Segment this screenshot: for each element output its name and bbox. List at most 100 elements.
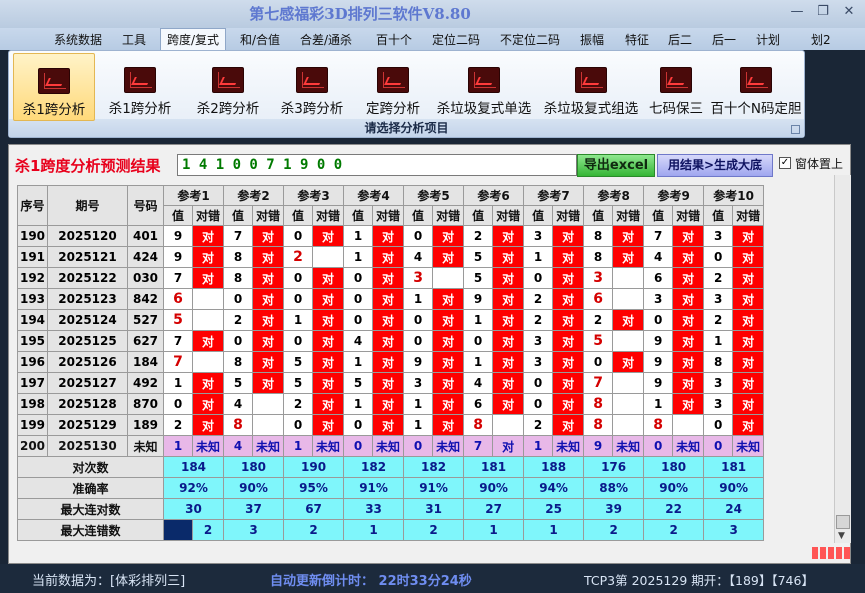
ref-result-cell: 对 xyxy=(672,309,705,331)
dialog-launcher-icon[interactable] xyxy=(791,125,800,134)
ref-result-cell: 未知 xyxy=(552,435,585,457)
table-row[interactable]: 194 2025124 527 5 2 对 1 对 0 对 0 对 1 对 2 对 2 对 0 对 2 对 xyxy=(17,309,765,331)
stat-value: 1 xyxy=(343,519,405,541)
ref-value-cell: 2 xyxy=(283,393,314,415)
prediction-result-field[interactable]: 1 4 1 0 0 7 1 9 0 0 xyxy=(177,154,577,176)
ribbon-button[interactable]: 定跨分析 xyxy=(357,53,429,121)
table-row[interactable]: 199 2025129 189 2 对 8 0 对 0 对 1 对 8 2 对 8 8 0 对 xyxy=(17,414,765,436)
ref-result-cell: 对 xyxy=(191,372,225,394)
vertical-scrollbar[interactable]: ▼ xyxy=(834,175,851,543)
stat-value: 190 xyxy=(283,456,345,478)
ribbon-button[interactable]: 杀垃圾复式组选 xyxy=(539,53,643,121)
menu-item[interactable]: 百十个 xyxy=(376,31,412,48)
ref-result-cell: 对 xyxy=(552,288,585,310)
menu-item[interactable]: 系统数据 xyxy=(54,31,102,48)
stat-value: 88% xyxy=(583,477,645,499)
ref-value-cell: 7 xyxy=(163,330,193,352)
ref-result-cell: 对 xyxy=(372,246,405,268)
ref-value-cell: 1 xyxy=(343,393,374,415)
ref-value-cell: 0 xyxy=(223,330,254,352)
ref-result-cell xyxy=(191,309,225,331)
ref-result-cell: 对 xyxy=(552,351,585,373)
ribbon-button-label: 百十个N码定胆 xyxy=(710,101,802,117)
ref-result-cell: 未知 xyxy=(191,435,225,457)
menu-item[interactable]: 定位二码 xyxy=(432,31,480,48)
ref-value-cell: 2 xyxy=(163,414,193,436)
row-seq: 191 xyxy=(17,246,48,268)
ref-result-cell xyxy=(612,330,645,352)
row-seq: 190 xyxy=(17,225,48,247)
ref-result-cell: 未知 xyxy=(432,435,465,457)
menu-item[interactable]: 合差/通杀 xyxy=(300,31,352,48)
ref-result-cell: 对 xyxy=(732,309,765,331)
minimize-icon[interactable]: — xyxy=(786,3,808,21)
ribbon-button[interactable]: 杀1跨分析 xyxy=(13,53,95,121)
menu-item[interactable]: 划2 xyxy=(811,31,831,48)
menu-item[interactable]: 特征 xyxy=(625,31,649,48)
ref-result-cell: 对 xyxy=(191,393,225,415)
ref-value-cell: 1 xyxy=(403,414,434,436)
ribbon-button[interactable]: 杀1跨分析 xyxy=(99,53,181,121)
ref-result-cell xyxy=(191,351,225,373)
value-subheader: 值 xyxy=(463,205,494,226)
table-row[interactable]: 196 2025126 184 7 8 对 5 对 1 对 9 对 1 对 3 对 0 对 9 对 8 对 xyxy=(17,351,765,373)
export-excel-button[interactable]: 导出excel xyxy=(577,154,655,177)
ribbon-button[interactable]: 杀2跨分析 xyxy=(187,53,269,121)
ref-result-cell xyxy=(612,288,645,310)
stat-value: 180 xyxy=(223,456,285,478)
table-row[interactable]: 197 2025127 492 1 对 5 对 5 对 5 对 3 对 4 对 0 对 7 9 对 3 对 xyxy=(17,372,765,394)
ref-result-cell: 对 xyxy=(432,393,465,415)
row-seq: 192 xyxy=(17,267,48,289)
menu-item[interactable]: 不定位二码 xyxy=(500,31,560,48)
ribbon-button[interactable]: 百十个N码定胆 xyxy=(709,53,803,121)
ribbon-button[interactable]: 杀3跨分析 xyxy=(271,53,353,121)
stat-row: 最大连对数 30 37 67 33 31 27 25 39 22 24 xyxy=(17,498,765,520)
prediction-row[interactable]: 200 2025130 未知 1 未知 4 未知 1 未知 0 未知 0 未知 7 对 1 未知 9 未知 0 未知 0 未… xyxy=(17,435,765,457)
ref-result-cell: 对 xyxy=(732,267,765,289)
stat-value: 2 xyxy=(283,519,345,541)
ref-value-cell: 9 xyxy=(463,288,494,310)
scroll-down-icon[interactable]: ▼ xyxy=(838,531,845,541)
menu-item[interactable]: 计划 xyxy=(756,31,780,48)
ref-value-cell: 8 xyxy=(583,414,614,436)
ref-value-cell: 3 xyxy=(403,372,434,394)
ref-result-cell: 对 xyxy=(552,330,585,352)
topmost-checkbox[interactable]: ✓ xyxy=(779,157,791,169)
table-row[interactable]: 191 2025121 424 9 对 8 对 2 1 对 4 对 5 对 1 对 8 对 4 对 0 对 xyxy=(17,246,765,268)
menu-item[interactable]: 振幅 xyxy=(580,31,604,48)
generate-base-button[interactable]: 用结果>生成大底 xyxy=(657,154,773,177)
ref-result-cell: 对 xyxy=(432,351,465,373)
ribbon-button[interactable]: 七码保三 xyxy=(643,53,709,121)
table-row[interactable]: 195 2025125 627 7 对 0 对 0 对 4 对 0 对 0 对 3 对 5 9 对 1 对 xyxy=(17,330,765,352)
table-row[interactable]: 190 2025120 401 9 对 7 对 0 对 1 对 0 对 2 对 3 对 8 对 7 对 3 对 xyxy=(17,225,765,247)
ref-result-cell: 对 xyxy=(552,267,585,289)
menu-item[interactable]: 后二 xyxy=(668,31,692,48)
topmost-label: 窗体置上 xyxy=(795,157,844,171)
scrollbar-thumb[interactable] xyxy=(836,515,850,529)
ref-value-cell: 4 xyxy=(223,393,254,415)
ref-value-cell: 4 xyxy=(343,330,374,352)
ref-value-cell: 6 xyxy=(463,393,494,415)
maximize-icon[interactable]: ❐ xyxy=(812,3,834,21)
ref-result-cell: 对 xyxy=(552,225,585,247)
menu-item[interactable]: 跨度/复式 xyxy=(160,28,227,50)
ref-group-header: 参考6 xyxy=(463,185,525,206)
menu-item[interactable]: 和/合值 xyxy=(240,31,280,48)
ref-result-cell: 对 xyxy=(372,225,405,247)
ref-value-cell: 1 xyxy=(523,246,554,268)
ref-value-cell: 0 xyxy=(283,414,314,436)
close-icon[interactable]: ✕ xyxy=(838,3,860,21)
table-row[interactable]: 198 2025128 870 0 对 4 2 对 1 对 1 对 6 对 0 对 8 1 对 3 对 xyxy=(17,393,765,415)
menu-item[interactable]: 后一 xyxy=(712,31,736,48)
ref-value-cell: 3 xyxy=(703,225,734,247)
ref-result-cell: 对 xyxy=(552,414,585,436)
menu-item[interactable]: 工具 xyxy=(122,31,146,48)
table-row[interactable]: 192 2025122 030 7 对 8 对 0 对 0 对 3 5 对 0 对 3 6 对 2 对 xyxy=(17,267,765,289)
ribbon-button[interactable]: 杀垃圾复式单选 xyxy=(431,53,537,121)
ref-value-cell: 0 xyxy=(463,330,494,352)
ref-group-header: 参考4 xyxy=(343,185,405,206)
table-row[interactable]: 193 2025123 842 6 0 对 0 对 0 对 1 对 9 对 2 对 6 3 对 3 对 xyxy=(17,288,765,310)
ref-value-cell: 9 xyxy=(643,372,674,394)
chart-icon xyxy=(296,67,328,93)
result-subheader: 对错 xyxy=(612,205,645,226)
